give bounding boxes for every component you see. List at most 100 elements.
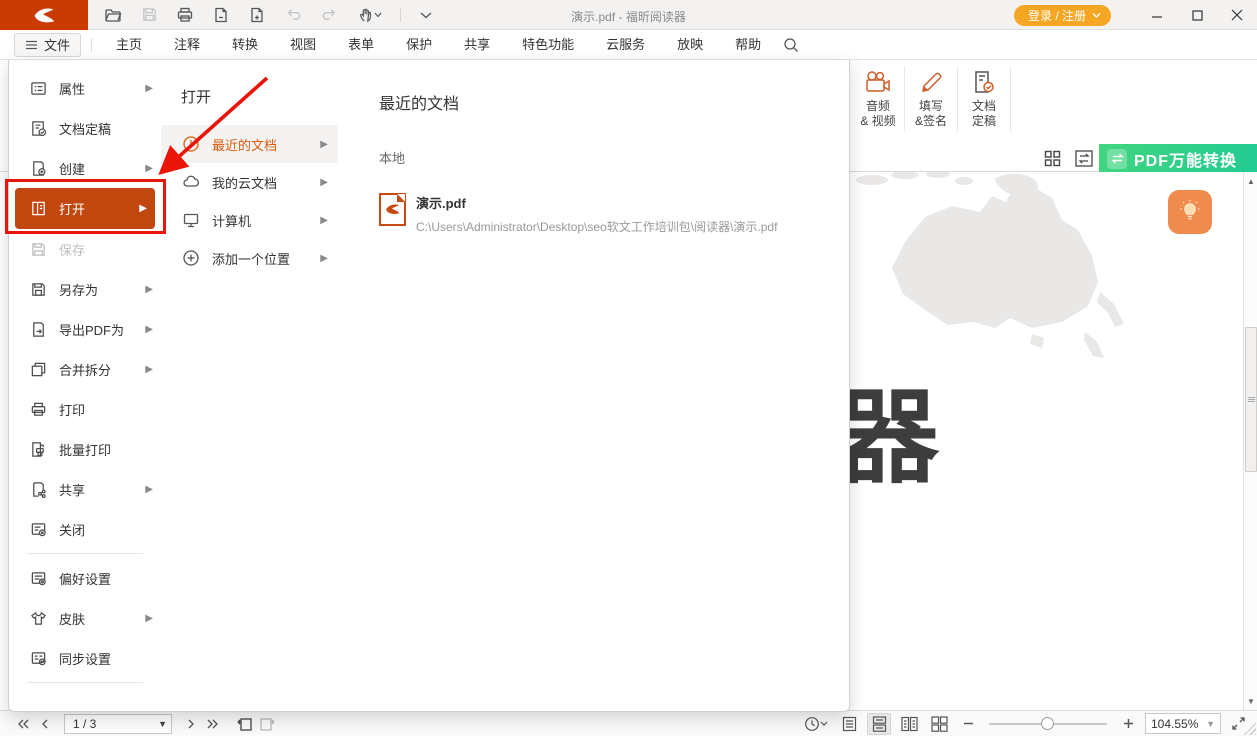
file-menu-item-print[interactable]: 打印 xyxy=(9,389,161,429)
grid-view-icon[interactable] xyxy=(1042,148,1062,168)
menu-tab-share[interactable]: 共享 xyxy=(448,31,506,59)
customize-toolbar-chevron-icon[interactable] xyxy=(415,4,437,26)
menu-tab-present[interactable]: 放映 xyxy=(661,31,719,59)
menu-tab-comment[interactable]: 注释 xyxy=(158,31,216,59)
tool-label: 音频& 视频 xyxy=(860,99,895,129)
first-page-icon[interactable] xyxy=(12,714,34,734)
file-menu-item-share[interactable]: 共享 ▶ xyxy=(9,469,161,509)
menu-item-label: 文档定稿 xyxy=(59,119,111,138)
menu-tab-view[interactable]: 视图 xyxy=(274,31,332,59)
next-view-icon xyxy=(256,714,278,734)
lightbulb-icon xyxy=(1177,199,1203,225)
file-menu-item-export-pdf[interactable]: 导出PDF为 ▶ xyxy=(9,309,161,349)
open-item-add-place[interactable]: 添加一个位置 ▶ xyxy=(161,239,338,277)
chevron-right-icon: ▶ xyxy=(320,139,328,150)
file-menu-item-close[interactable]: 关闭 xyxy=(9,509,161,549)
export-page-icon[interactable] xyxy=(210,4,232,26)
login-register-button[interactable]: 登录 / 注册 xyxy=(1014,5,1111,26)
toolbar-separator xyxy=(400,8,401,22)
file-menu-item-preferences[interactable]: 偏好设置 xyxy=(9,558,161,598)
chevron-right-icon: ▶ xyxy=(320,253,328,264)
close-button[interactable] xyxy=(1217,0,1257,30)
facing-layout-icon[interactable] xyxy=(897,713,921,735)
maximize-button[interactable] xyxy=(1177,0,1217,30)
rotate-view-icon[interactable] xyxy=(801,714,831,734)
zoom-out-icon[interactable] xyxy=(957,714,979,734)
close-doc-icon xyxy=(29,520,48,539)
continuous-layout-icon[interactable] xyxy=(867,713,891,735)
menu-item-label: 关闭 xyxy=(59,520,85,539)
properties-icon xyxy=(29,79,48,98)
minimize-button[interactable] xyxy=(1137,0,1177,30)
pdf-convert-button[interactable]: PDF万能转换 xyxy=(1099,144,1257,173)
menu-divider xyxy=(27,553,143,554)
pencil-icon xyxy=(918,70,944,94)
open-folder-icon[interactable] xyxy=(102,4,124,26)
continuous-facing-layout-icon[interactable] xyxy=(927,713,951,735)
prev-view-icon[interactable] xyxy=(234,714,256,734)
file-menu-item-open[interactable]: 打开 ▶ xyxy=(15,188,155,229)
file-menu-item-properties[interactable]: 属性 ▶ xyxy=(9,68,161,108)
scroll-up-icon[interactable]: ▲ xyxy=(1244,174,1257,188)
file-menu-item-batch-print[interactable]: 批量打印 xyxy=(9,429,161,469)
swap-pages-icon[interactable] xyxy=(1074,148,1094,168)
camcorder-icon xyxy=(863,70,893,94)
last-page-icon[interactable] xyxy=(202,714,224,734)
batch-print-icon xyxy=(29,440,48,459)
menu-tab-form[interactable]: 表单 xyxy=(332,31,390,59)
doc-finalize-button[interactable]: 文档定稿 xyxy=(958,64,1010,133)
file-menu-item-create[interactable]: 创建 ▶ xyxy=(9,148,161,188)
open-panel: 打开 最近的文档 ▶ 我的云文档 ▶ 计算机 ▶ 添加一个位置 ▶ xyxy=(161,60,338,711)
menu-tab-home[interactable]: 主页 xyxy=(100,31,158,59)
file-menu-item-save-as[interactable]: 另存为 ▶ xyxy=(9,269,161,309)
zoom-value-dropdown[interactable]: 104.55% ▼ xyxy=(1145,713,1221,734)
menu-tab-help[interactable]: 帮助 xyxy=(719,31,777,59)
search-icon[interactable] xyxy=(777,31,805,59)
single-page-layout-icon[interactable] xyxy=(837,713,861,735)
export-pdf-icon xyxy=(29,320,48,339)
tips-bulb-button[interactable] xyxy=(1168,190,1212,234)
tool-label: 文档定稿 xyxy=(972,99,996,129)
cloud-icon xyxy=(181,173,200,192)
menu-tab-features[interactable]: 特色功能 xyxy=(506,31,590,59)
menu-tab-convert[interactable]: 转换 xyxy=(216,31,274,59)
menu-tab-cloud[interactable]: 云服务 xyxy=(590,31,661,59)
hand-tool-icon[interactable] xyxy=(354,4,386,26)
page-number-dropdown[interactable]: 1 / 3 ▼ xyxy=(64,714,172,734)
zoom-slider-knob[interactable] xyxy=(1041,717,1054,730)
open-item-recent-documents[interactable]: 最近的文档 ▶ xyxy=(161,125,338,163)
menu-file-button[interactable]: 文件 xyxy=(14,33,81,57)
file-backstage-menu: 属性 ▶ 文档定稿 创建 ▶ 打开 ▶ 保存 xyxy=(8,60,850,712)
open-item-cloud-documents[interactable]: 我的云文档 ▶ xyxy=(161,163,338,201)
print-icon[interactable] xyxy=(174,4,196,26)
menu-item-label: 创建 xyxy=(59,159,85,178)
chevron-right-icon: ▶ xyxy=(145,163,153,174)
scroll-down-icon[interactable]: ▼ xyxy=(1244,694,1257,708)
open-item-label: 最近的文档 xyxy=(212,135,277,154)
fill-sign-button[interactable]: 填写&签名 xyxy=(905,64,957,133)
scrollbar-thumb[interactable] xyxy=(1245,327,1257,472)
open-item-label: 我的云文档 xyxy=(212,173,277,192)
chevron-right-icon: ▶ xyxy=(145,484,153,495)
audio-video-button[interactable]: 音频& 视频 xyxy=(852,64,904,133)
next-page-icon[interactable] xyxy=(180,714,202,734)
app-logo xyxy=(0,0,88,30)
recent-file-item[interactable]: 演示.pdf C:\Users\Administrator\Desktop\se… xyxy=(379,193,849,235)
fullscreen-icon[interactable] xyxy=(1227,714,1249,734)
file-menu-item-sync-settings[interactable]: 同步设置 xyxy=(9,638,161,678)
zoom-in-icon[interactable] xyxy=(1117,714,1139,734)
file-menu-item-skin[interactable]: 皮肤 ▶ xyxy=(9,598,161,638)
file-menu-item-merge-split[interactable]: 合并拆分 ▶ xyxy=(9,349,161,389)
file-menu-item-doc-finalize[interactable]: 文档定稿 xyxy=(9,108,161,148)
menu-item-label: 偏好设置 xyxy=(59,569,111,588)
create-page-icon[interactable] xyxy=(246,4,268,26)
open-item-computer[interactable]: 计算机 ▶ xyxy=(161,201,338,239)
menubar-separator xyxy=(91,38,92,52)
ribbon-separator xyxy=(1010,66,1011,131)
login-label: 登录 / 注册 xyxy=(1028,7,1086,24)
recent-file-name: 演示.pdf xyxy=(416,193,777,212)
prev-page-icon[interactable] xyxy=(34,714,56,734)
vertical-scrollbar[interactable]: ▲ ▼ xyxy=(1243,172,1257,710)
menu-tab-protect[interactable]: 保护 xyxy=(390,31,448,59)
zoom-slider[interactable] xyxy=(989,723,1107,725)
